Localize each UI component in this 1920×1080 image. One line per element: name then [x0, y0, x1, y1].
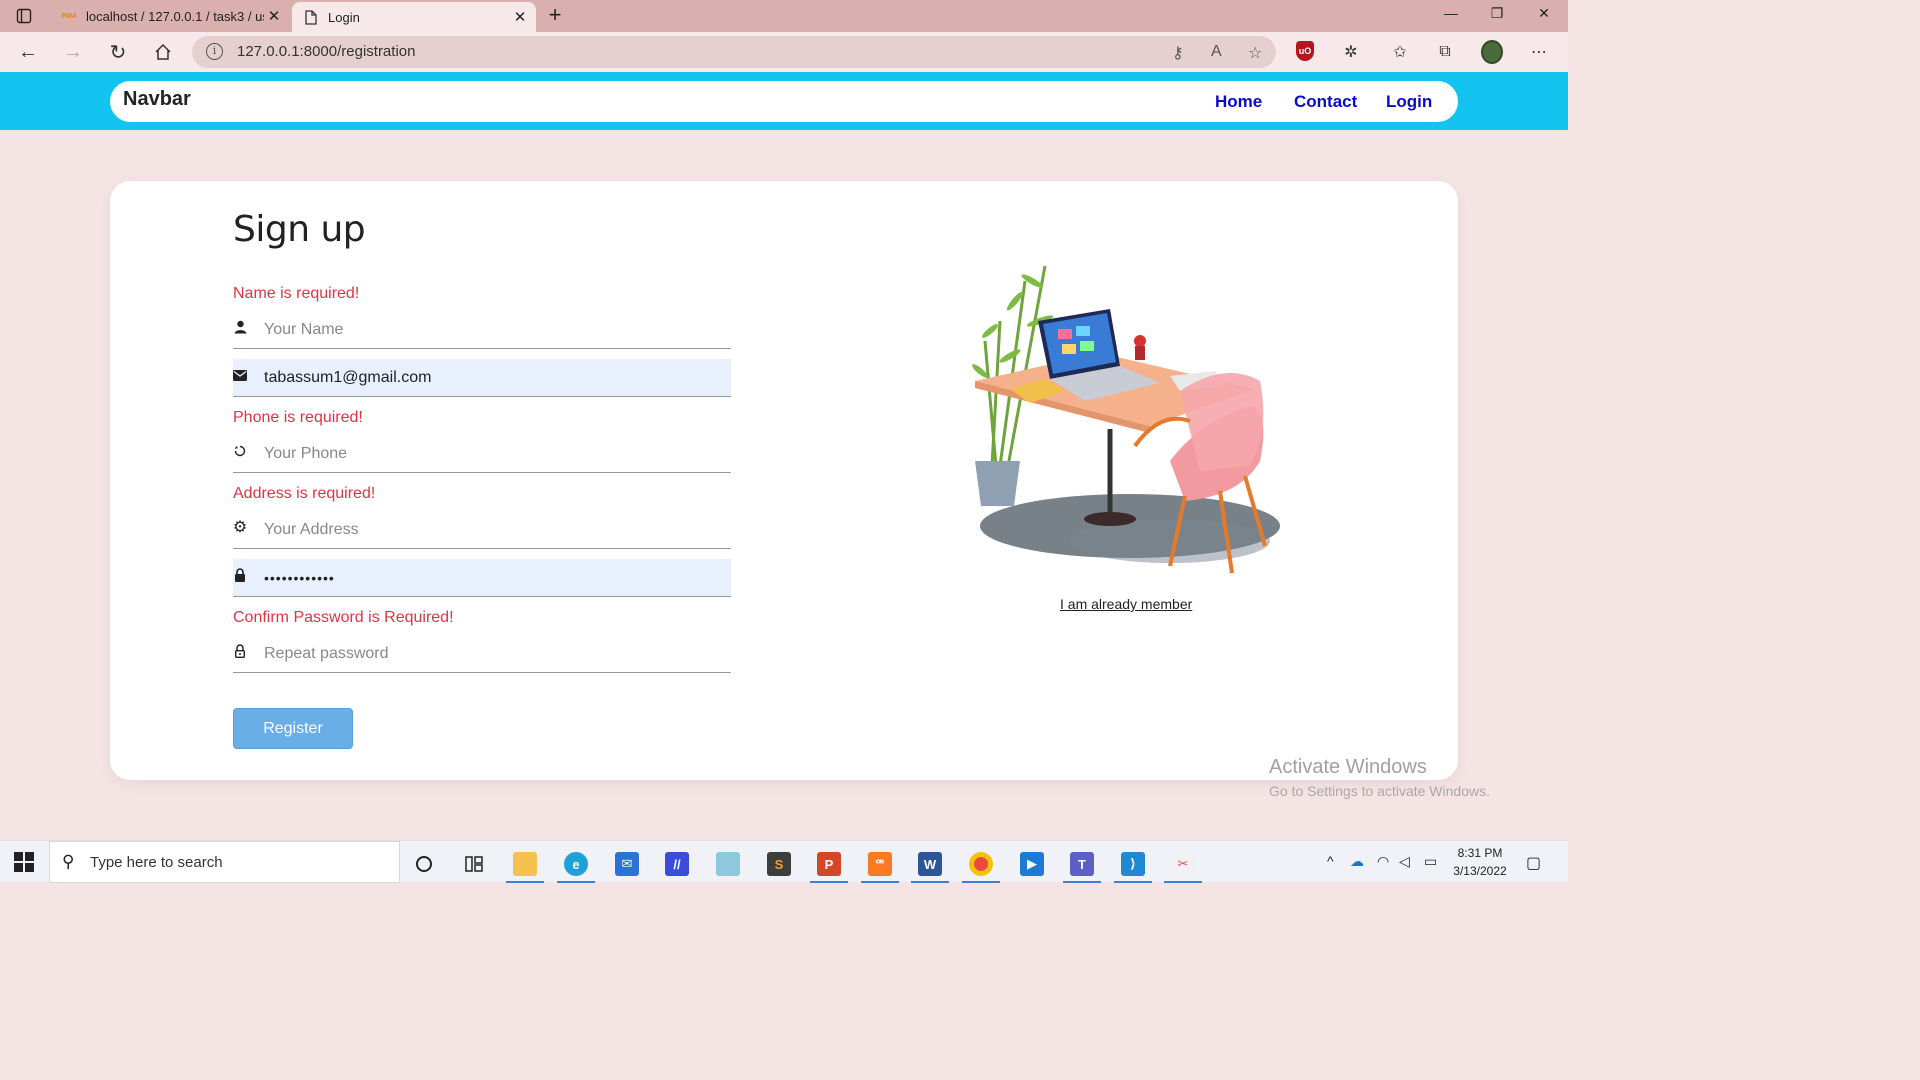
gear-icon: ⚙ — [232, 519, 248, 536]
lock-icon — [233, 567, 247, 583]
phone-field[interactable]: Your Phone — [233, 435, 731, 473]
address-error: Address is required! — [233, 485, 376, 502]
key-icon[interactable]: ⚷ — [1172, 43, 1184, 63]
tab-actions-icon[interactable] — [14, 6, 34, 26]
chrome-icon[interactable] — [958, 845, 1004, 883]
name-placeholder: Your Name — [264, 321, 344, 338]
activate-windows-subtitle: Go to Settings to activate Windows. — [1269, 783, 1490, 799]
clock-time: 8:31 PM — [1457, 846, 1503, 860]
search-icon: ⚲ — [62, 852, 75, 871]
taskbar-search-box[interactable]: ⚲ Type here to search — [49, 841, 400, 883]
home-icon[interactable] — [151, 40, 175, 64]
refresh-icon[interactable]: ↻ — [106, 40, 130, 64]
wifi-icon[interactable]: ◠ — [1377, 853, 1389, 870]
teams-icon[interactable]: T — [1059, 845, 1105, 883]
phone-placeholder: Your Phone — [264, 445, 348, 462]
activate-windows-title: Activate Windows — [1269, 756, 1427, 778]
tab-close-icon[interactable]: ✕ — [264, 7, 284, 25]
tab-close-icon[interactable]: ✕ — [510, 8, 530, 26]
battery-icon[interactable]: ▭ — [1424, 853, 1437, 870]
password-value: •••••••••••• — [264, 570, 335, 586]
profile-avatar[interactable] — [1481, 40, 1503, 64]
confirm-password-placeholder: Repeat password — [264, 645, 389, 662]
vscode-icon[interactable]: ⟩ — [1110, 845, 1156, 883]
nav-link-login[interactable]: Login — [1386, 92, 1432, 112]
mail-icon[interactable]: ✉ — [604, 845, 650, 883]
browser-toolbar: ← → ↻ i 127.0.0.1:8000/registration ⚷ A … — [0, 32, 1568, 72]
ublock-origin-icon[interactable]: uO — [1296, 41, 1314, 61]
navbar-brand[interactable]: Navbar — [123, 88, 191, 111]
address-bar[interactable]: i 127.0.0.1:8000/registration ⚷ A ☆ — [192, 36, 1276, 68]
confirm-password-field[interactable]: Repeat password — [233, 635, 731, 673]
cursor-app-icon[interactable]: // — [654, 845, 700, 883]
email-value: tabassum1@gmail.com — [264, 369, 432, 386]
search-placeholder: Type here to search — [90, 854, 223, 871]
cortana-icon[interactable] — [401, 845, 447, 883]
onedrive-icon[interactable]: ☁ — [1350, 853, 1364, 870]
notifications-icon[interactable]: ▢ — [1526, 853, 1541, 873]
email-field[interactable]: tabassum1@gmail.com — [233, 359, 731, 397]
new-tab-icon[interactable]: + — [544, 4, 566, 26]
powerpoint-icon[interactable]: P — [806, 845, 852, 883]
address-field[interactable]: ⚙ Your Address — [233, 511, 731, 549]
task-view-icon[interactable] — [451, 845, 497, 883]
signup-card: Sign up Name is required! Your Name taba… — [110, 181, 1458, 780]
snipping-tool-icon[interactable]: ✂ — [1160, 845, 1206, 883]
close-window-icon[interactable]: ✕ — [1534, 5, 1554, 22]
read-aloud-icon[interactable]: A — [1211, 43, 1222, 61]
edge-icon[interactable]: e — [553, 845, 599, 883]
nav-link-contact[interactable]: Contact — [1294, 92, 1357, 112]
nav-link-home[interactable]: Home — [1215, 92, 1262, 112]
phone-error: Phone is required! — [233, 409, 363, 426]
favorites-icon[interactable]: ✩ — [1389, 41, 1411, 63]
tab-title: localhost / 127.0.0.1 / task3 / use — [86, 8, 264, 24]
confirm-password-error: Confirm Password is Required! — [233, 609, 454, 626]
show-hidden-icons-icon[interactable]: ^ — [1327, 853, 1334, 869]
page-favicon-icon — [302, 9, 320, 25]
navbar-band: Navbar Home Contact Login — [0, 72, 1568, 130]
tab-title: Login — [328, 9, 360, 25]
windows-start-icon[interactable] — [14, 852, 34, 872]
back-icon[interactable]: ← — [16, 40, 40, 64]
sublime-text-icon[interactable]: S — [756, 845, 802, 883]
page-title: Sign up — [233, 209, 366, 250]
collections-icon[interactable]: ⧉ — [1434, 41, 1456, 63]
volume-icon[interactable]: ◁ — [1399, 853, 1410, 870]
person-icon — [233, 319, 247, 335]
windows-taskbar: ⚲ Type here to search e ✉ // S P ꟹ W ▶ T… — [0, 840, 1568, 883]
envelope-icon — [233, 367, 247, 383]
phone-icon — [233, 443, 247, 459]
already-member-link[interactable]: I am already member — [1060, 596, 1192, 612]
forward-icon[interactable]: → — [61, 40, 85, 64]
url-text: 127.0.0.1:8000/registration — [237, 43, 416, 60]
tab-login[interactable]: Login ✕ — [292, 2, 536, 32]
tab-phpmyadmin[interactable]: PMA localhost / 127.0.0.1 / task3 / use … — [50, 0, 290, 32]
browser-tab-bar: PMA localhost / 127.0.0.1 / task3 / use … — [0, 0, 1568, 32]
word-icon[interactable]: W — [907, 845, 953, 883]
page-content: Navbar Home Contact Login Sign up Name i… — [0, 72, 1568, 829]
name-field[interactable]: Your Name — [233, 311, 731, 349]
restore-icon[interactable]: ❐ — [1487, 5, 1507, 22]
file-explorer-icon[interactable] — [502, 845, 548, 883]
notepad-icon[interactable] — [705, 845, 751, 883]
name-error: Name is required! — [233, 285, 360, 302]
desk-illustration — [972, 265, 1280, 574]
password-field[interactable]: •••••••••••• — [233, 559, 731, 597]
register-button[interactable]: Register — [233, 708, 353, 749]
clock-date: 3/13/2022 — [1453, 864, 1507, 878]
system-clock[interactable]: 8:31 PM 3/13/2022 — [1444, 844, 1516, 880]
xampp-icon[interactable]: ꟹ — [857, 845, 903, 883]
phpmyadmin-favicon-icon: PMA — [61, 12, 77, 20]
lock-outline-icon — [233, 643, 247, 659]
add-favorite-icon[interactable]: ☆ — [1248, 43, 1262, 63]
extensions-icon[interactable]: ✲ — [1340, 41, 1362, 63]
minimize-icon[interactable]: — — [1441, 5, 1461, 21]
address-placeholder: Your Address — [264, 521, 359, 538]
media-player-icon[interactable]: ▶ — [1009, 845, 1055, 883]
site-info-icon[interactable]: i — [206, 43, 223, 60]
navbar: Navbar Home Contact Login — [110, 81, 1458, 122]
more-options-icon[interactable]: ⋯ — [1528, 41, 1550, 63]
